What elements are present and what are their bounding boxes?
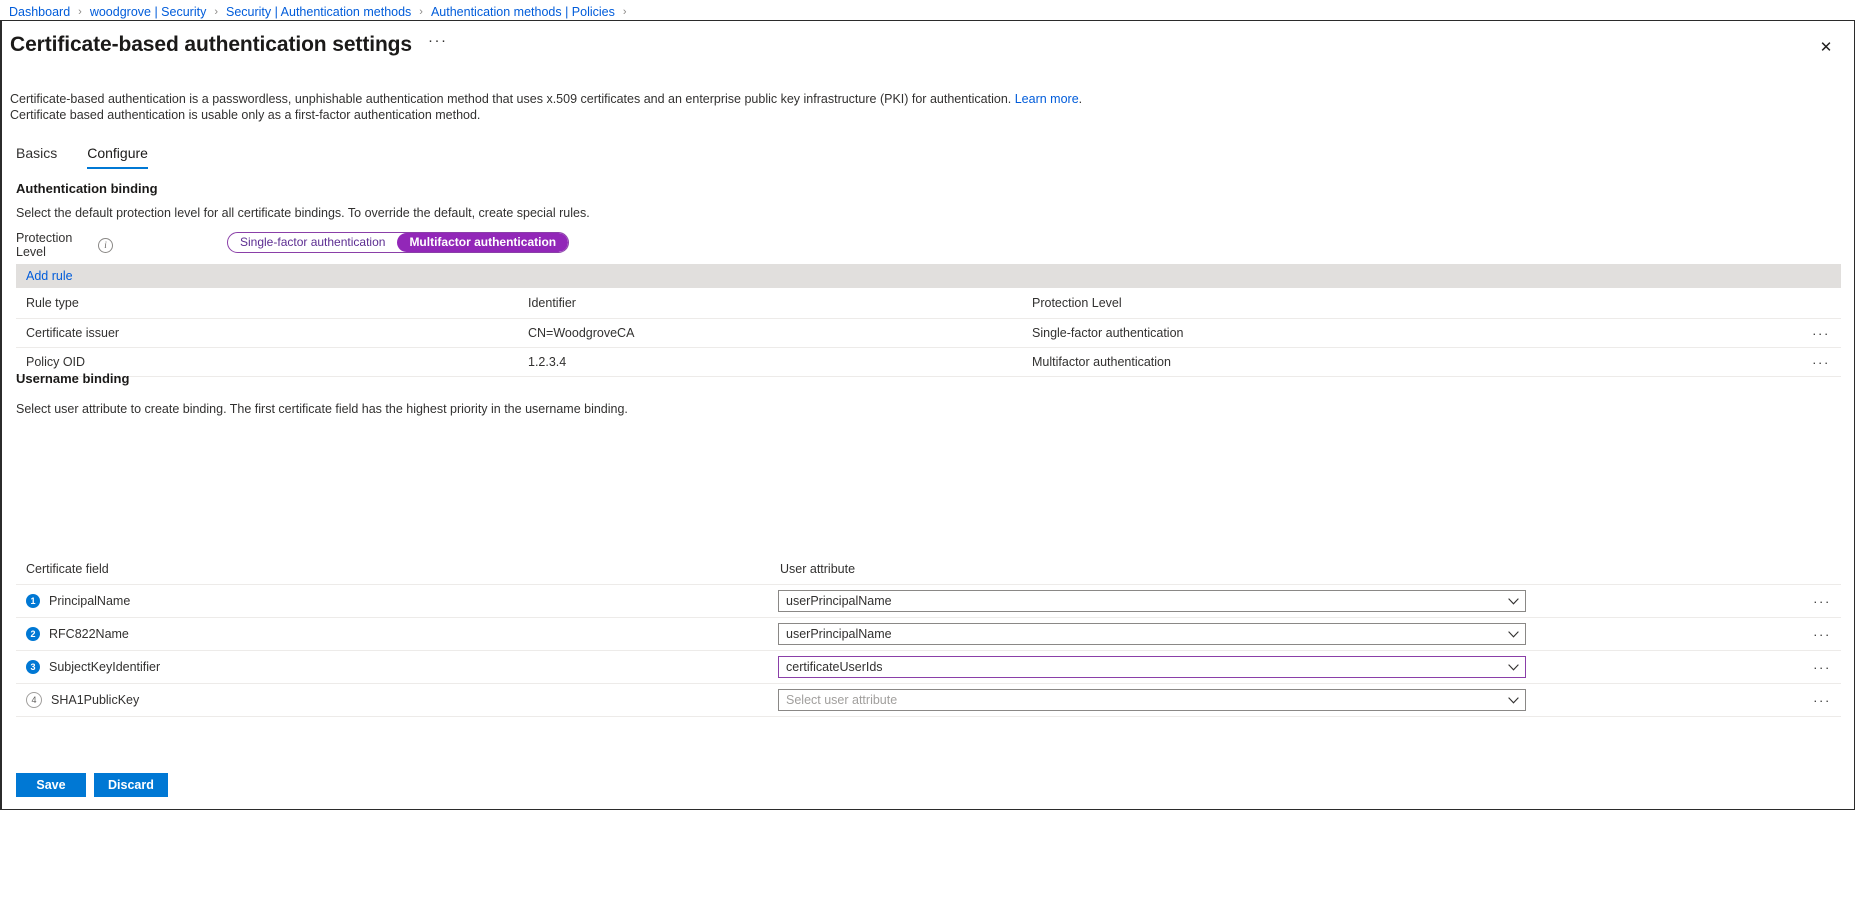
certificate-field-label: SubjectKeyIdentifier: [49, 660, 161, 674]
add-rule-button[interactable]: Add rule: [26, 269, 73, 283]
description-text-1-end: .: [1078, 92, 1083, 106]
identifier-cell: 1.2.3.4: [528, 355, 567, 369]
close-icon[interactable]: ✕: [1810, 31, 1842, 63]
chevron-down-icon[interactable]: [1501, 597, 1525, 605]
rules-command-bar: Add rule: [16, 264, 1841, 288]
certificate-field-cell: 2 RFC822Name: [16, 627, 778, 641]
info-icon[interactable]: i: [98, 237, 113, 253]
username-binding-heading: Username binding: [16, 371, 130, 386]
breadcrumb-separator-icon: ›: [214, 6, 218, 18]
portal-blade: Dashboard › woodgrove | Security › Security …: [0, 0, 1864, 902]
breadcrumb-separator-icon: ›: [622, 6, 627, 18]
user-attribute-value: certificateUserIds: [786, 660, 883, 674]
authentication-binding-heading: Authentication binding: [16, 181, 158, 196]
column-header-user-attribute: User attribute: [778, 562, 1803, 576]
title-more-icon[interactable]: ···: [428, 33, 448, 54]
chevron-down-icon[interactable]: [1501, 630, 1525, 638]
user-attribute-cell: Select user attribute: [778, 689, 1803, 711]
rule-type-cell: Certificate issuer: [26, 326, 120, 340]
breadcrumb-item-2[interactable]: Security | Authentication methods: [225, 5, 412, 19]
blade-description: Certificate-based authentication is a pa…: [10, 91, 1082, 123]
priority-badge: 3: [26, 660, 40, 674]
protection-level-cell: Multifactor authentication: [1032, 355, 1171, 369]
certificate-field-label: RFC822Name: [49, 627, 129, 641]
identifier-cell: CN=WoodgroveCA: [528, 326, 635, 340]
footer-actions: Save Discard: [16, 773, 168, 797]
protection-level-toggle[interactable]: Single-factor authentication Multifactor…: [227, 232, 570, 253]
user-attribute-cell: certificateUserIds: [778, 656, 1803, 678]
certificate-field-cell: 4 SHA1PublicKey: [16, 692, 778, 708]
user-attribute-value: userPrincipalName: [786, 594, 892, 608]
certificate-field-cell: 3 SubjectKeyIdentifier: [16, 660, 778, 674]
protection-level-label: Protection Level: [16, 231, 73, 259]
column-header-certificate-field: Certificate field: [26, 562, 109, 576]
user-attribute-dropdown[interactable]: certificateUserIds: [778, 656, 1526, 678]
username-binding-table: Certificate field User attribute 1 Princi…: [16, 554, 1841, 717]
user-attribute-dropdown[interactable]: userPrincipalName: [778, 590, 1526, 612]
protection-level-cell: Single-factor authentication: [1032, 326, 1184, 340]
breadcrumb-item-3[interactable]: Authentication methods | Policies: [430, 5, 616, 19]
description-line-2: Certificate based authentication is usab…: [10, 108, 481, 122]
priority-badge: 2: [26, 627, 40, 641]
username-binding-row: 1 PrincipalName userPrincipalName ···: [16, 585, 1841, 618]
certificate-field-label: SHA1PublicKey: [51, 693, 140, 707]
toggle-option-single-factor[interactable]: Single-factor authentication: [228, 233, 397, 252]
breadcrumb-item-1[interactable]: woodgrove | Security: [89, 5, 208, 19]
title-row: Certificate-based authentication setting…: [10, 33, 447, 57]
row-more-icon[interactable]: ···: [1803, 627, 1841, 642]
user-attribute-cell: userPrincipalName: [778, 590, 1803, 612]
rules-table-row[interactable]: Policy OID 1.2.3.4 Multifactor authenticat…: [16, 348, 1841, 377]
user-attribute-value: userPrincipalName: [786, 627, 892, 641]
authentication-binding-subtext: Select the default protection level for …: [16, 206, 590, 220]
column-header-protection-level: Protection Level: [1032, 296, 1122, 310]
row-more-icon[interactable]: ···: [1801, 326, 1841, 341]
rules-table-header: Rule type Identifier Protection Level: [16, 288, 1841, 319]
priority-badge: 4: [26, 692, 42, 708]
column-header-rule-type: Rule type: [26, 296, 79, 310]
chevron-down-icon[interactable]: [1501, 696, 1525, 704]
tab-list: Basics Configure: [16, 141, 148, 169]
description-line-1: Certificate-based authentication is a pa…: [10, 91, 1082, 107]
certificate-field-cell: 1 PrincipalName: [16, 594, 778, 608]
settings-panel: Certificate-based authentication setting…: [0, 20, 1855, 810]
user-attribute-value: Select user attribute: [786, 693, 898, 707]
rule-type-cell: Policy OID: [26, 355, 86, 369]
description-text-1: Certificate-based authentication is a pa…: [10, 92, 1015, 106]
tab-configure[interactable]: Configure: [87, 144, 148, 169]
certificate-field-label: PrincipalName: [49, 594, 131, 608]
breadcrumb-item-0[interactable]: Dashboard: [8, 5, 71, 19]
learn-more-link[interactable]: Learn more: [1015, 92, 1079, 106]
save-button[interactable]: Save: [16, 773, 86, 797]
breadcrumb: Dashboard › woodgrove | Security › Security …: [8, 3, 634, 21]
protection-level-row: Protection Level i: [16, 231, 113, 259]
breadcrumb-separator-icon: ›: [419, 6, 423, 18]
rules-table: Rule type Identifier Protection Level Ce…: [16, 288, 1841, 377]
breadcrumb-separator-icon: ›: [78, 6, 82, 18]
rules-table-row[interactable]: Certificate issuer CN=WoodgroveCA Single-f…: [16, 319, 1841, 348]
username-binding-row: 2 RFC822Name userPrincipalName ···: [16, 618, 1841, 651]
username-binding-header: Certificate field User attribute: [16, 554, 1841, 585]
username-binding-subtext: Select user attribute to create binding.…: [16, 402, 628, 416]
tab-basics[interactable]: Basics: [16, 144, 57, 169]
user-attribute-cell: userPrincipalName: [778, 623, 1803, 645]
row-more-icon[interactable]: ···: [1801, 355, 1841, 370]
row-more-icon[interactable]: ···: [1803, 693, 1841, 708]
row-more-icon[interactable]: ···: [1803, 594, 1841, 609]
page-title: Certificate-based authentication setting…: [10, 33, 412, 56]
username-binding-row: 3 SubjectKeyIdentifier certificateUserIds ·…: [16, 651, 1841, 684]
column-header-identifier: Identifier: [528, 296, 576, 310]
chevron-down-icon[interactable]: [1501, 663, 1525, 671]
username-binding-row: 4 SHA1PublicKey Select user attribute ···: [16, 684, 1841, 717]
priority-badge: 1: [26, 594, 40, 608]
discard-button[interactable]: Discard: [94, 773, 168, 797]
column-header-user-attribute-label: User attribute: [780, 562, 856, 576]
row-more-icon[interactable]: ···: [1803, 660, 1841, 675]
toggle-option-multifactor[interactable]: Multifactor authentication: [397, 233, 569, 252]
user-attribute-dropdown[interactable]: userPrincipalName: [778, 623, 1526, 645]
user-attribute-dropdown[interactable]: Select user attribute: [778, 689, 1526, 711]
